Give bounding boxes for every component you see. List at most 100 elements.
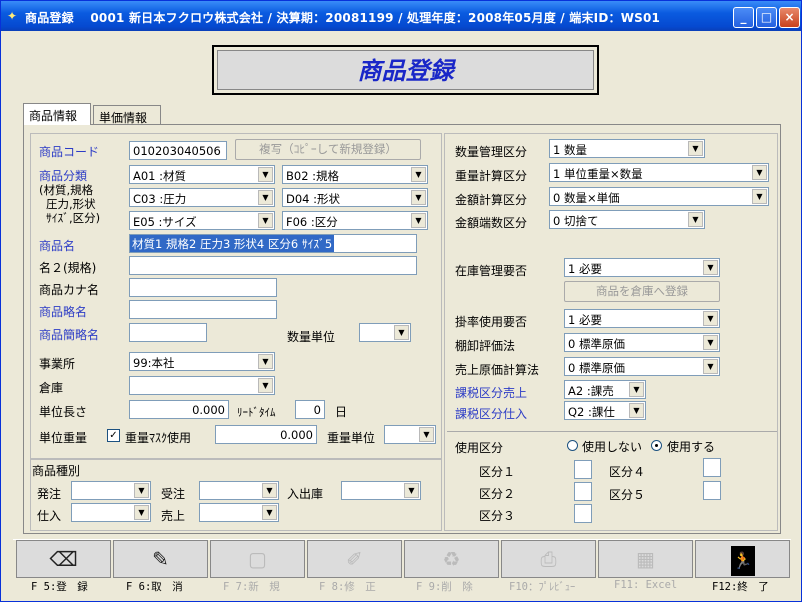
office-select[interactable]: 99:本社 ▼ [129,352,275,371]
use-yes-radio[interactable] [651,440,662,451]
name2-input[interactable] [129,256,417,275]
class1-select[interactable]: A01 :材質 ▼ [129,165,275,184]
f7-new-button[interactable]: ▢ [210,540,305,578]
chevron-down-icon[interactable]: ▼ [629,403,644,418]
amt-calc-label: 金額計算区分 [455,193,528,207]
f12-exit-button[interactable]: 🏃 [695,540,790,578]
class2-select[interactable]: B02 :規格 ▼ [282,165,428,184]
receive-label: 受注 [161,487,186,501]
use-yes-label: 使用する [667,440,716,454]
chevron-down-icon[interactable]: ▼ [629,382,644,397]
cost-calc-select[interactable]: 0 標準原価 ▼ [564,357,720,376]
tab-product-info[interactable]: 商品情報 [23,103,91,125]
tax-purchase-select[interactable]: Q2 :課仕 ▼ [564,401,646,420]
division4-input[interactable] [703,458,721,477]
chevron-down-icon[interactable]: ▼ [411,167,426,182]
copy-new-button[interactable]: 複写（ｺﾋﾟｰして新規登録） [235,139,421,160]
qty-mgmt-select[interactable]: 1 数量 ▼ [549,139,705,158]
unit-weight-input[interactable]: 0.000 [215,425,317,444]
class4-select[interactable]: D04 :形状 ▼ [282,188,428,207]
maximize-button[interactable]: □ [756,7,777,28]
tab-unit-price-info[interactable]: 単価情報 [93,105,161,125]
purchase-select[interactable]: ▼ [71,503,151,522]
chevron-down-icon[interactable]: ▼ [752,165,767,180]
f6-label: F 6:取 消 [126,581,183,593]
f6-cancel-button[interactable]: ✎ [113,540,208,578]
chevron-down-icon[interactable]: ▼ [258,378,273,393]
amt-calc-select[interactable]: 0 数量×単価 ▼ [549,187,769,206]
chevron-down-icon[interactable]: ▼ [394,325,409,340]
sales-label: 売上 [161,509,186,523]
chevron-down-icon[interactable]: ▼ [752,189,767,204]
main-window: ✦ 商品登録 0001 新日本フクロウ株式会社 / 決算期：20081199 /… [0,0,802,602]
tax-sales-label: 課税区分売上 [455,386,528,400]
f8-label: F 8:修 正 [319,581,376,593]
chevron-down-icon[interactable]: ▼ [688,212,703,227]
register-warehouse-button[interactable]: 商品を倉庫へ登録 [564,281,720,302]
weight-mask-checkbox[interactable]: ✓ [107,429,120,442]
frac-select[interactable]: 0 切捨て ▼ [549,210,705,229]
stock-mgmt-select[interactable]: 1 必要 ▼ [564,258,720,277]
division3-input[interactable] [574,504,592,523]
chevron-down-icon[interactable]: ▼ [688,141,703,156]
f11-excel-button[interactable]: ▦ [598,540,693,578]
close-button[interactable]: × [779,7,800,28]
chevron-down-icon[interactable]: ▼ [419,427,434,442]
cost-calc-label: 売上原価計算法 [455,363,540,377]
lead-time-input[interactable]: 0 [295,400,325,419]
inout-select[interactable]: ▼ [341,481,421,500]
trash-icon: ♻ [442,547,461,571]
wt-calc-select[interactable]: 1 単位重量×数量 ▼ [549,163,769,182]
f11-label: F11: Excel [614,579,678,591]
tax-sales-select[interactable]: A2 :課売 ▼ [564,380,646,399]
class3-select[interactable]: C03 :圧力 ▼ [129,188,275,207]
chevron-down-icon[interactable]: ▼ [134,505,149,520]
product-code-input[interactable]: 010203040506 [129,141,227,160]
chevron-down-icon[interactable]: ▼ [262,505,277,520]
chevron-down-icon[interactable]: ▼ [258,167,273,182]
class5-select[interactable]: E05 :サイズ ▼ [129,211,275,230]
kana-name-input[interactable] [129,278,277,297]
weight-unit-select[interactable]: ▼ [384,425,436,444]
chevron-down-icon[interactable]: ▼ [703,260,718,275]
division5-label: 区分５ [609,488,646,502]
warehouse-select[interactable]: ▼ [129,376,275,395]
division5-input[interactable] [703,481,721,500]
tax-purchase-label: 課税区分仕入 [455,407,528,421]
eraser-icon: ⌫ [49,547,78,571]
rate-use-select[interactable]: 1 必要 ▼ [564,309,720,328]
f10-preview-button[interactable]: ⎙ [501,540,596,578]
division2-input[interactable] [574,482,592,501]
chevron-down-icon[interactable]: ▼ [258,354,273,369]
f9-delete-button[interactable]: ♻ [404,540,499,578]
chevron-down-icon[interactable]: ▼ [411,190,426,205]
chevron-down-icon[interactable]: ▼ [703,335,718,350]
title-bar[interactable]: ✦ 商品登録 0001 新日本フクロウ株式会社 / 決算期：20081199 /… [1,1,801,31]
class6-select[interactable]: F06 :区分 ▼ [282,211,428,230]
chevron-down-icon[interactable]: ▼ [134,483,149,498]
inv-eval-select[interactable]: 0 標準原価 ▼ [564,333,720,352]
chevron-down-icon[interactable]: ▼ [411,213,426,228]
minimize-button[interactable]: _ [733,7,754,28]
receive-select[interactable]: ▼ [199,481,279,500]
order-select[interactable]: ▼ [71,481,151,500]
function-key-labels: F 5:登 録 F 6:取 消 F 7:新 規 F 8:修 正 F 9:削 除 … [13,579,791,595]
f7-label: F 7:新 規 [223,581,280,593]
shorter-name-input[interactable] [129,323,207,342]
qty-unit-select[interactable]: ▼ [359,323,411,342]
f8-edit-button[interactable]: ✐ [307,540,402,578]
short-name-input[interactable] [129,300,277,319]
sales-select[interactable]: ▼ [199,503,279,522]
chevron-down-icon[interactable]: ▼ [258,190,273,205]
chevron-down-icon[interactable]: ▼ [262,483,277,498]
division1-input[interactable] [574,460,592,479]
chevron-down-icon[interactable]: ▼ [258,213,273,228]
use-no-radio[interactable] [567,440,578,451]
chevron-down-icon[interactable]: ▼ [703,311,718,326]
f5-register-button[interactable]: ⌫ [16,540,111,578]
chevron-down-icon[interactable]: ▼ [703,359,718,374]
product-name-input[interactable]: 材質1 規格2 圧力3 形状4 区分6 ｻｲｽﾞ5 [129,234,417,253]
chevron-down-icon[interactable]: ▼ [404,483,419,498]
unit-length-input[interactable]: 0.000 [129,400,229,419]
edit-document-icon: ✐ [346,547,363,571]
